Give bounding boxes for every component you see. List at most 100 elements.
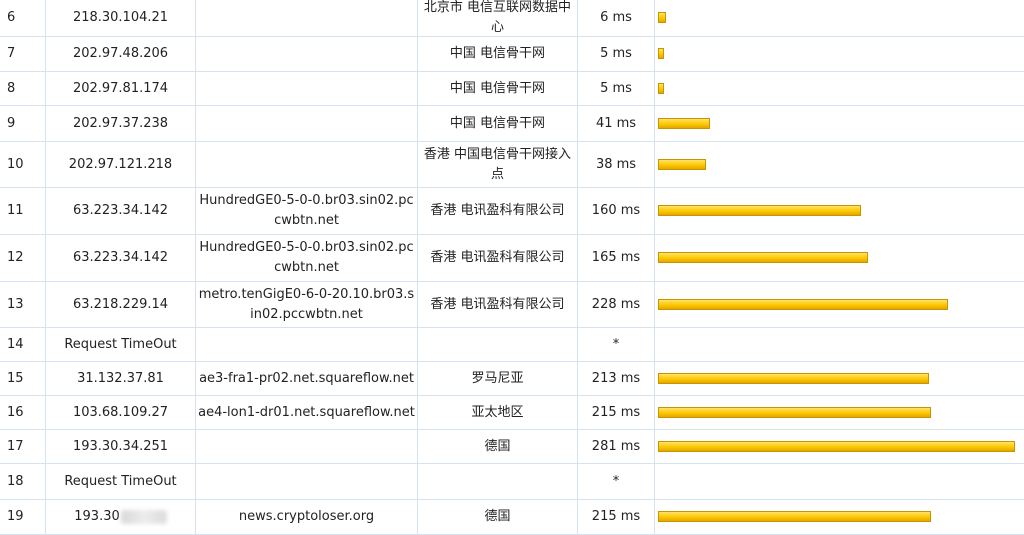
latency: 6 ms	[578, 0, 655, 36]
hostname: ae4-lon1-dr01.net.squareflow.net	[196, 396, 418, 429]
hostname: ae3-fra1-pr02.net.squareflow.net	[196, 362, 418, 395]
latency: 165 ms	[578, 235, 655, 281]
table-row: 11 63.223.34.142 HundredGE0-5-0-0.br03.sin…	[0, 188, 1024, 235]
hostname	[196, 430, 418, 463]
latency: 41 ms	[578, 106, 655, 141]
hop-number: 15	[0, 362, 46, 395]
location: 香港 电讯盈科有限公司	[418, 282, 578, 327]
hop-number: 9	[0, 106, 46, 141]
latency: 160 ms	[578, 188, 655, 234]
ip-address: 202.97.121.218	[46, 142, 196, 187]
latency-bar	[658, 205, 861, 216]
latency-bar-cell	[655, 188, 1024, 234]
hostname	[196, 72, 418, 105]
ip-address: 193.30.34.251	[46, 430, 196, 463]
latency-bar	[658, 406, 931, 418]
table-row: 10 202.97.121.218 香港 中国电信骨干网接入点 38 ms	[0, 142, 1024, 188]
latency-bar	[658, 82, 664, 94]
latency: 5 ms	[578, 37, 655, 71]
ip-address: 63.223.34.142	[46, 188, 196, 234]
location: 香港 中国电信骨干网接入点	[418, 142, 578, 187]
location: 德国	[418, 500, 578, 534]
ip-address: 193.30	[46, 500, 196, 534]
table-row: 19 193.30 news.cryptoloser.org 德国 215 ms	[0, 500, 1024, 535]
latency-bar	[658, 158, 706, 170]
latency-bar	[658, 48, 664, 59]
hop-number: 18	[0, 464, 46, 499]
hostname: HundredGE0-5-0-0.br03.sin02.pccwbtn.net	[196, 188, 418, 234]
latency-bar	[658, 298, 948, 310]
ip-address: 202.97.48.206	[46, 37, 196, 71]
latency: 215 ms	[578, 500, 655, 534]
latency: 5 ms	[578, 72, 655, 105]
latency-bar-cell	[655, 37, 1024, 71]
latency-bar-cell	[655, 362, 1024, 395]
hop-number: 12	[0, 235, 46, 281]
hop-number: 13	[0, 282, 46, 327]
location: 中国 电信骨干网	[418, 106, 578, 141]
latency-bar-cell	[655, 0, 1024, 36]
latency-bar-cell	[655, 500, 1024, 534]
latency-bar-cell	[655, 106, 1024, 141]
hop-number: 19	[0, 500, 46, 534]
ip-address: 202.97.81.174	[46, 72, 196, 105]
ip-address: 63.218.229.14	[46, 282, 196, 327]
location: 中国 电信骨干网	[418, 72, 578, 105]
ip-address: 202.97.37.238	[46, 106, 196, 141]
ip-address: Request TimeOut	[46, 328, 196, 361]
latency-bar	[658, 440, 1015, 452]
hostname: metro.tenGigE0-6-0-20.10.br03.sin02.pccw…	[196, 282, 418, 327]
hostname	[196, 37, 418, 71]
hop-number: 8	[0, 72, 46, 105]
latency-bar	[658, 117, 710, 129]
hostname	[196, 328, 418, 361]
location: 香港 电讯盈科有限公司	[418, 235, 578, 281]
latency-bar-cell	[655, 235, 1024, 281]
latency: 38 ms	[578, 142, 655, 187]
latency: 281 ms	[578, 430, 655, 463]
hop-number: 7	[0, 37, 46, 71]
hostname: HundredGE0-5-0-0.br03.sin02.pccwbtn.net	[196, 235, 418, 281]
latency-bar	[658, 372, 929, 384]
location: 香港 电讯盈科有限公司	[418, 188, 578, 234]
latency-bar-cell	[655, 282, 1024, 327]
location: 德国	[418, 430, 578, 463]
location: 中国 电信骨干网	[418, 37, 578, 71]
table-row: 7 202.97.48.206 中国 电信骨干网 5 ms	[0, 37, 1024, 72]
hop-number: 6	[0, 0, 46, 36]
hostname	[196, 142, 418, 187]
location: 罗马尼亚	[418, 362, 578, 395]
table-row: 14 Request TimeOut *	[0, 328, 1024, 362]
ip-address: 63.223.34.142	[46, 235, 196, 281]
redacted-mask	[120, 510, 167, 524]
hostname: news.cryptoloser.org	[196, 500, 418, 534]
ip-address: 31.132.37.81	[46, 362, 196, 395]
hostname	[196, 106, 418, 141]
hop-number: 10	[0, 142, 46, 187]
table-row: 6 218.30.104.21 北京市 电信互联网数据中心 6 ms	[0, 0, 1024, 37]
latency-bar-cell	[655, 72, 1024, 105]
hostname	[196, 0, 418, 36]
latency-bar-cell	[655, 396, 1024, 429]
location	[418, 464, 578, 499]
table-row: 8 202.97.81.174 中国 电信骨干网 5 ms	[0, 72, 1024, 106]
latency: 213 ms	[578, 362, 655, 395]
table-row: 18 Request TimeOut *	[0, 464, 1024, 500]
ip-address: 218.30.104.21	[46, 0, 196, 36]
table-row: 15 31.132.37.81 ae3-fra1-pr02.net.squarefl…	[0, 362, 1024, 396]
table-row: 13 63.218.229.14 metro.tenGigE0-6-0-20.10.…	[0, 282, 1024, 328]
hostname	[196, 464, 418, 499]
latency: 215 ms	[578, 396, 655, 429]
ip-address: Request TimeOut	[46, 464, 196, 499]
table-row: 9 202.97.37.238 中国 电信骨干网 41 ms	[0, 106, 1024, 142]
ip-address: 103.68.109.27	[46, 396, 196, 429]
latency-bar-cell	[655, 464, 1024, 499]
table-row: 12 63.223.34.142 HundredGE0-5-0-0.br03.sin…	[0, 235, 1024, 282]
latency: *	[578, 328, 655, 361]
hop-number: 16	[0, 396, 46, 429]
hop-number: 14	[0, 328, 46, 361]
table-row: 17 193.30.34.251 德国 281 ms	[0, 430, 1024, 464]
table-row: 16 103.68.109.27 ae4-lon1-dr01.net.squaref…	[0, 396, 1024, 430]
latency-bar	[658, 12, 666, 23]
latency-bar-cell	[655, 328, 1024, 361]
